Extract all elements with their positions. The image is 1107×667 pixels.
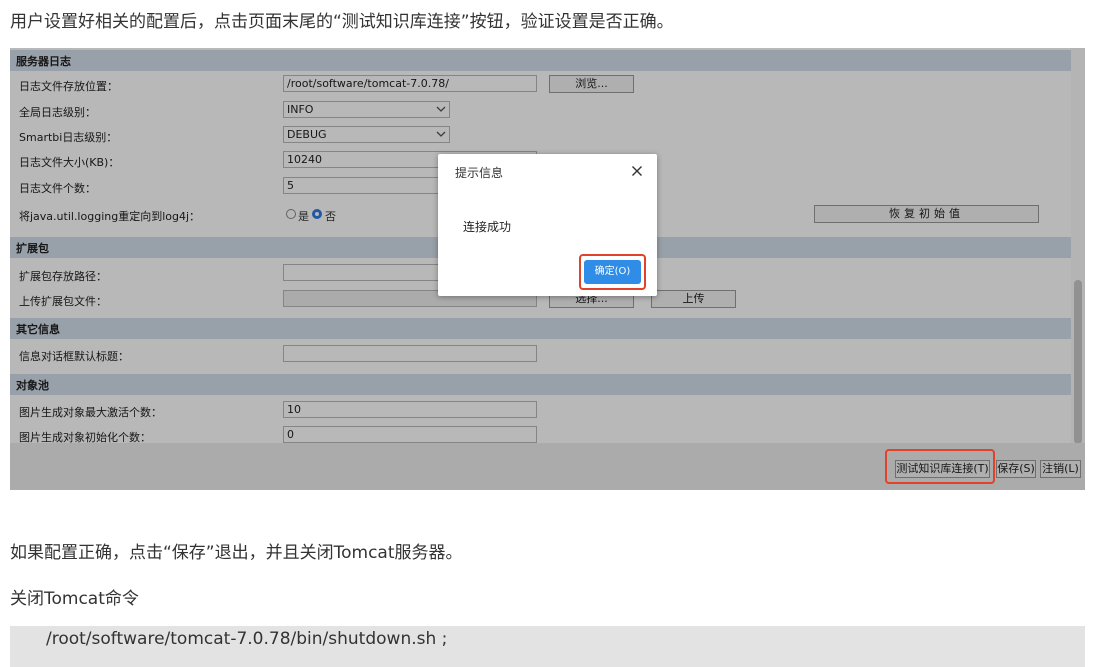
info-dialog: 提示信息 连接成功 确定(O) [438, 154, 657, 296]
shutdown-command: /root/software/tomcat-7.0.78/bin/shutdow… [46, 629, 448, 649]
command-label: 关闭Tomcat命令 [10, 589, 139, 609]
highlight-test-button [885, 449, 995, 484]
close-icon[interactable] [631, 165, 643, 177]
dialog-title: 提示信息 [455, 166, 504, 180]
intro-paragraph: 用户设置好相关的配置后，点击页面末尾的“测试知识库连接”按钮，验证设置是否正确。 [10, 12, 674, 32]
after-paragraph: 如果配置正确，点击“保存”退出，并且关闭Tomcat服务器。 [10, 543, 463, 563]
dialog-message: 连接成功 [463, 220, 512, 234]
highlight-ok-button [579, 254, 646, 290]
code-block: /root/software/tomcat-7.0.78/bin/shutdow… [10, 626, 1085, 667]
settings-screenshot: 服务器日志 日志文件存放位置： /root/software/tomcat-7.… [10, 48, 1085, 490]
